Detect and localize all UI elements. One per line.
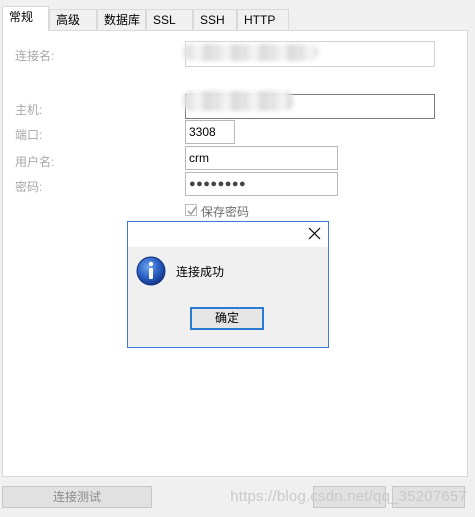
tab-advanced[interactable]: 高级 xyxy=(49,9,97,30)
close-icon[interactable] xyxy=(308,227,321,240)
redacted-connection-name xyxy=(183,44,318,61)
dialog-message: 连接成功 xyxy=(176,265,225,279)
tab-bar: 常规 高级 数据库 SSL SSH HTTP xyxy=(0,0,475,31)
test-connection-button[interactable]: 连接测试 xyxy=(2,486,152,508)
checkmark-icon xyxy=(187,206,197,216)
port-input[interactable]: 3308 xyxy=(185,120,235,144)
redacted-host xyxy=(183,91,293,111)
password-label: 密码: xyxy=(15,180,43,194)
tab-ssl[interactable]: SSL xyxy=(146,9,193,30)
username-input[interactable]: crm xyxy=(185,146,338,170)
host-label: 主机: xyxy=(15,103,43,117)
tab-ssh[interactable]: SSH xyxy=(193,9,237,30)
tab-http[interactable]: HTTP xyxy=(237,9,289,30)
dialog-titlebar xyxy=(128,222,328,247)
dialog-ok-button[interactable]: 确定 xyxy=(190,307,264,330)
password-input[interactable]: ●●●●●●●● xyxy=(185,172,338,196)
watermark-text: https://blog.csdn.net/qq_35207657 xyxy=(230,488,467,505)
username-label: 用户名: xyxy=(15,155,55,169)
save-password-checkbox[interactable] xyxy=(185,204,197,216)
connection-name-label: 连接名: xyxy=(15,49,55,63)
tab-database[interactable]: 数据库 xyxy=(97,9,146,30)
message-dialog: 连接成功 确定 xyxy=(127,221,329,348)
tab-general[interactable]: 常规 xyxy=(2,6,49,31)
info-icon xyxy=(136,256,166,286)
port-label: 端口: xyxy=(15,128,43,142)
dialog-body: 连接成功 确定 xyxy=(128,247,328,347)
save-password-label: 保存密码 xyxy=(201,205,250,219)
